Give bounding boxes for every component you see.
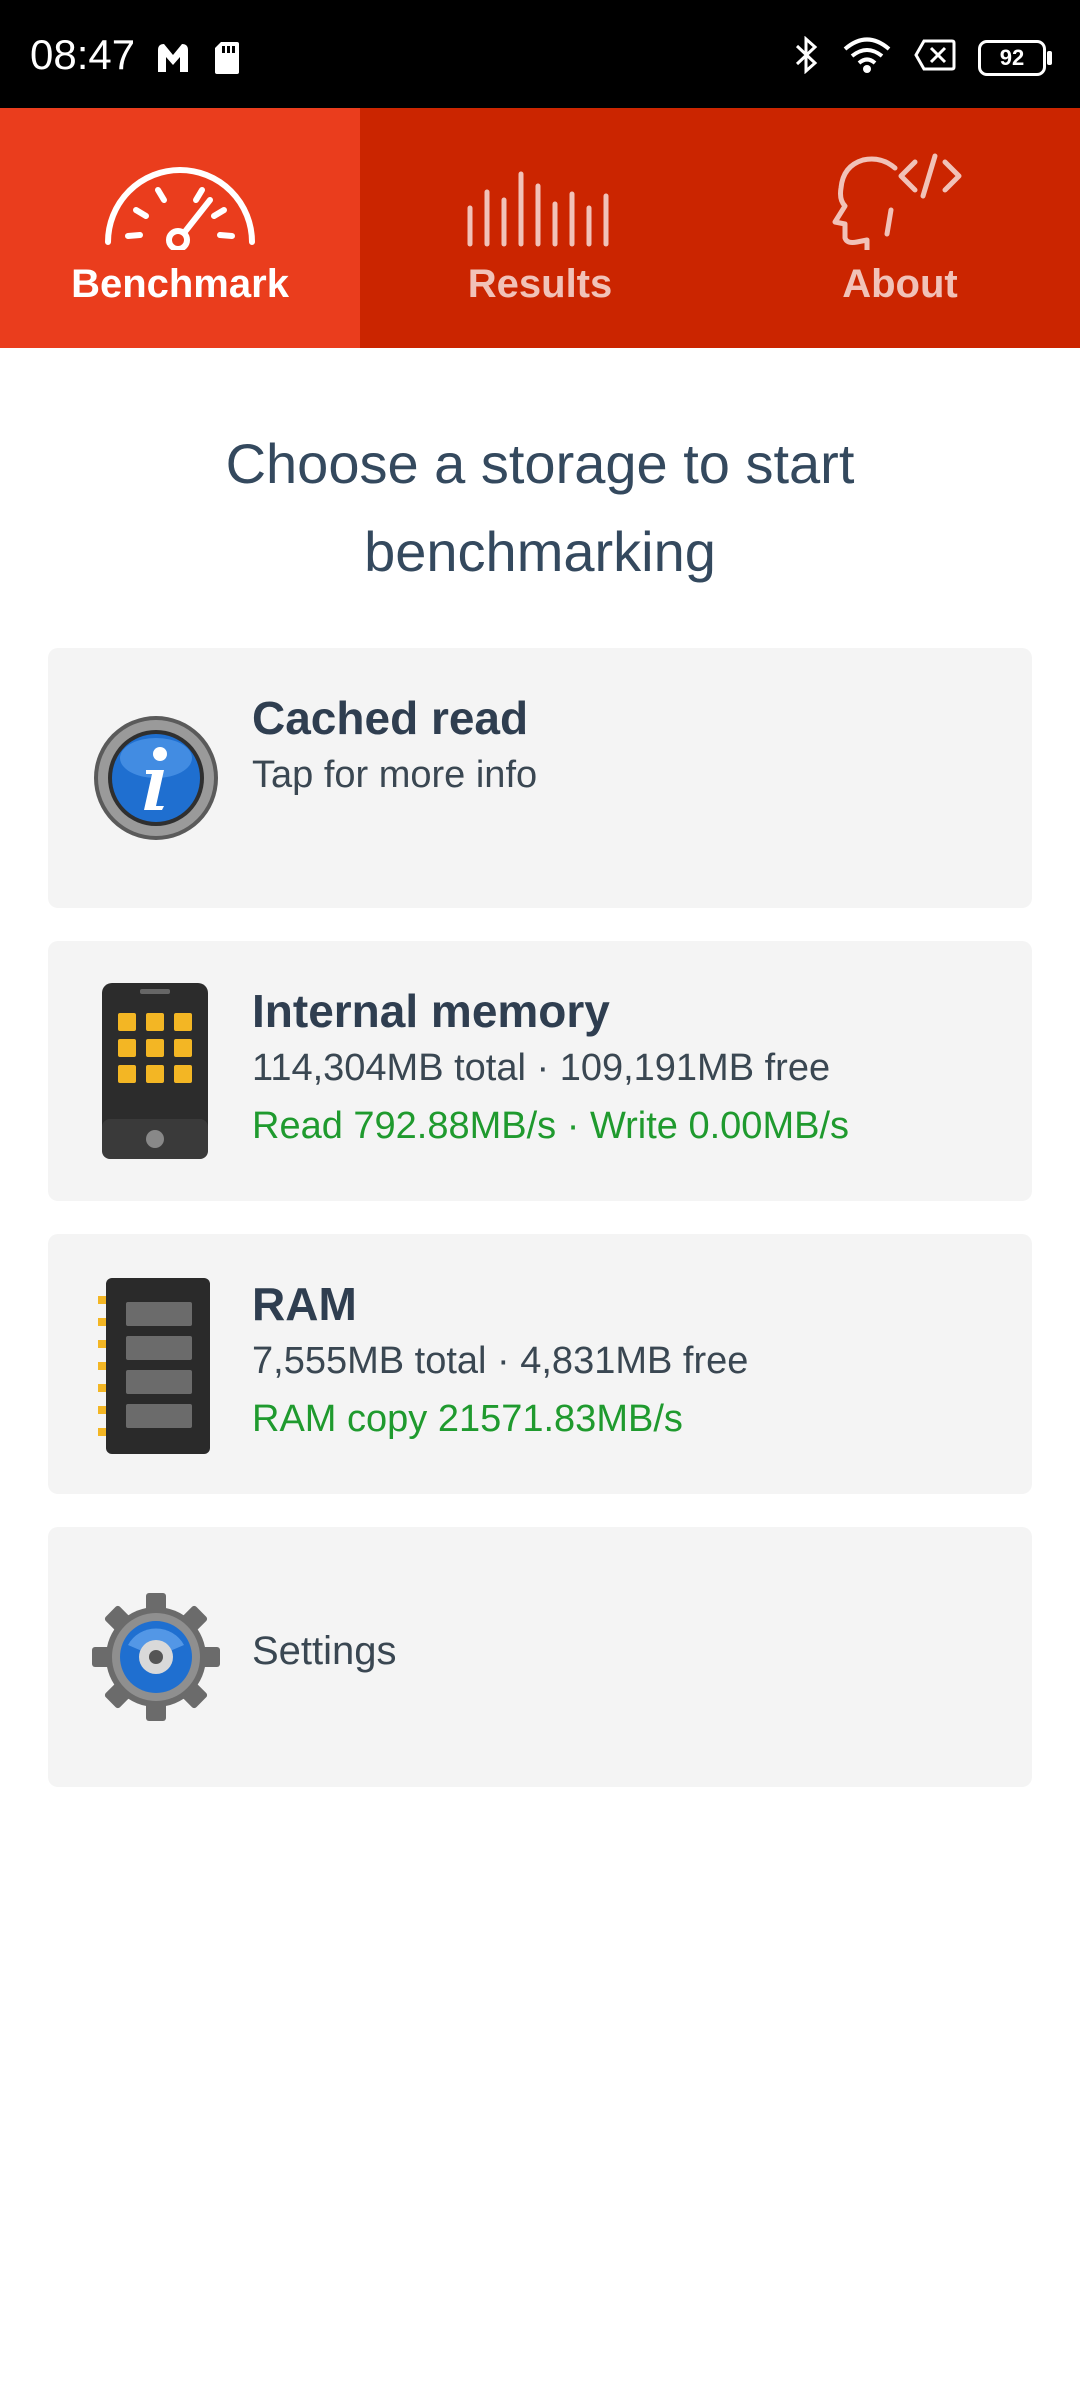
tab-about[interactable]: About: [720, 108, 1080, 348]
card-internal-stats: 114,304MB total · 109,191MB free: [252, 1047, 831, 1089]
ram-chip-icon: [98, 1276, 214, 1461]
status-bar: 08:47 92: [0, 0, 1080, 108]
wifi-icon: [842, 36, 892, 79]
card-cached-subtitle: Tap for more info: [252, 754, 538, 796]
info-icon: [88, 710, 224, 851]
card-internal-speed: Read 792.88MB/s · Write 0.00MB/s: [252, 1105, 849, 1147]
tab-about-label: About: [842, 262, 958, 306]
no-sim-icon: [914, 39, 956, 76]
card-ram-speed: RAM copy 21571.83MB/s: [252, 1398, 683, 1440]
speedometer-icon: [100, 150, 260, 250]
card-internal-memory[interactable]: Internal memory 114,304MB total · 109,19…: [48, 941, 1032, 1201]
card-settings[interactable]: Settings: [48, 1527, 1032, 1787]
card-settings-label: Settings: [252, 1629, 397, 1673]
sd-card-icon: [213, 40, 241, 81]
phone-icon: [100, 981, 210, 1166]
tab-results[interactable]: Results: [360, 108, 720, 348]
card-cached-read[interactable]: Cached read Tap for more info: [48, 648, 1032, 908]
tab-results-label: Results: [467, 262, 613, 306]
card-cached-title: Cached read: [252, 692, 529, 744]
malwarebytes-icon: [155, 41, 191, 80]
tab-benchmark[interactable]: Benchmark: [0, 108, 360, 348]
bluetooth-icon: [794, 35, 820, 79]
card-ram-title: RAM: [252, 1278, 357, 1330]
card-ram-stats: 7,555MB total · 4,831MB free: [252, 1340, 749, 1382]
battery-icon: 92: [978, 39, 1052, 76]
card-internal-title: Internal memory: [252, 985, 610, 1037]
page-title: Choose a storage to start benchmarking: [225, 432, 855, 583]
tab-benchmark-label: Benchmark: [71, 262, 289, 306]
tab-bar: Benchmark Results About: [0, 108, 1080, 348]
status-time: 08:47: [30, 31, 136, 78]
gear-icon: [88, 1589, 224, 1730]
card-ram[interactable]: RAM 7,555MB total · 4,831MB free RAM cop…: [48, 1234, 1032, 1494]
head-code-icon: [825, 150, 975, 250]
bars-icon: [460, 150, 620, 250]
